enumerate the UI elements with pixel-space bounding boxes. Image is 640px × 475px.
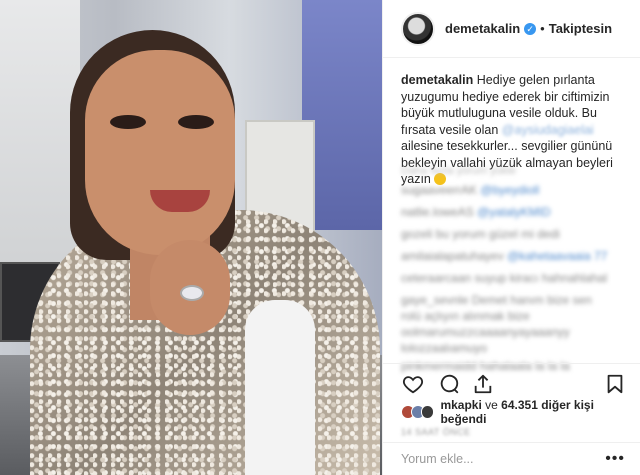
caption-text: vesile olan (439, 122, 499, 137)
diamond-ring (180, 285, 204, 301)
comment-item: lolozzaalıamuyo (401, 341, 626, 359)
comment-user[interactable]: natlie.loweAS (401, 205, 474, 219)
comment-user[interactable]: sugaaveerrAK (401, 183, 477, 197)
more-icon[interactable]: ••• (605, 450, 625, 468)
comment-item: ceteraarcaan suyup kiracı hahnahlahal (401, 271, 626, 293)
comment-user[interactable]: amilaialapatuhayev (401, 249, 504, 263)
comment-text: @byeydioll (480, 183, 540, 197)
comment-user[interactable]: gaye_sevnle (401, 293, 468, 307)
right-eye (178, 115, 214, 129)
heart-icon[interactable] (401, 373, 425, 395)
comment-item: gaye_sevnle Demet hanım bize sen (401, 293, 626, 309)
comment-input[interactable] (401, 452, 561, 466)
verified-icon: ✓ (524, 22, 537, 35)
comment-item: natlie.loweAS @yatalyKMID (401, 205, 626, 227)
post-side-panel: demetakalin ✓ • Takiptesin demetakalin H… (382, 0, 640, 475)
comment-text: @kahetaavaaia 77 (507, 249, 608, 263)
likes-connector: ve (485, 398, 498, 412)
face (85, 50, 235, 255)
comment-text: Demet hanım bize sen (471, 293, 592, 307)
load-more-comments[interactable]: Daha fazla yorum yükle (401, 165, 626, 183)
likes-user[interactable]: mkapki (440, 398, 481, 412)
share-icon[interactable] (471, 373, 495, 395)
comment-icon[interactable] (437, 373, 461, 395)
white-shirt (245, 300, 315, 475)
comment-item: oolmarumuzzcaaaanyayaaanyy (401, 325, 626, 341)
caption-text: yuzugumu hediye ederek bir ciftimizin (401, 89, 610, 104)
comment-user[interactable]: ceteraarcaan (401, 271, 471, 285)
background-wall (0, 0, 80, 280)
post-timestamp: 14 SAAT ÖNCE (401, 427, 471, 437)
comment-item: rolü açlıyın alınmak bize (401, 309, 626, 325)
comment-user[interactable]: gozeli (401, 227, 432, 241)
post-photo[interactable] (0, 0, 382, 475)
caption-username[interactable]: demetakalin (401, 73, 473, 87)
action-bar (383, 363, 640, 401)
comment-text: @yatalyKMID (477, 205, 551, 219)
comments-list: Daha fazla yorum yükle sugaaveerrAK @bye… (401, 165, 626, 381)
comment-item: amilaialapatuhayev @kahetaavaaia 77 (401, 249, 626, 271)
save-icon[interactable] (603, 373, 627, 395)
comment-item: sugaaveerrAK @byeydioll (401, 183, 626, 205)
header-username[interactable]: demetakalin (445, 21, 520, 36)
likes-text[interactable]: mkapki ve 64.351 diğer kişi beğendi (440, 398, 640, 426)
post-header: demetakalin ✓ • Takiptesin (383, 0, 640, 58)
caption-text: ailesine (401, 139, 444, 153)
likes-count[interactable]: 64.351 (501, 398, 538, 412)
comment-text: bu yorum güzel mi dedi (435, 227, 560, 241)
caption-text: Hediye gelen pırlanta (476, 73, 595, 87)
comment-text: rolü açlıyın alınmak bize (401, 309, 530, 323)
comment-text: suyup kiracı hahnahlahal (474, 271, 608, 285)
comment-text: oolmarumuzzcaaaanyayaaanyy (401, 325, 570, 339)
comment-item: gozeli bu yorum güzel mi dedi (401, 227, 626, 249)
caption-mention[interactable]: @aysiudagiaelai (502, 123, 594, 137)
liker-avatar[interactable] (420, 405, 435, 419)
add-comment-bar: ••• (383, 442, 640, 475)
left-eye (110, 115, 146, 129)
separator-dot: • (540, 21, 545, 36)
following-button[interactable]: Takiptesin (549, 21, 612, 36)
likes-row: mkapki ve 64.351 diğer kişi beğendi (401, 398, 640, 426)
comment-text: lolozzaalıamuyo (401, 341, 488, 355)
avatar[interactable] (401, 11, 435, 46)
